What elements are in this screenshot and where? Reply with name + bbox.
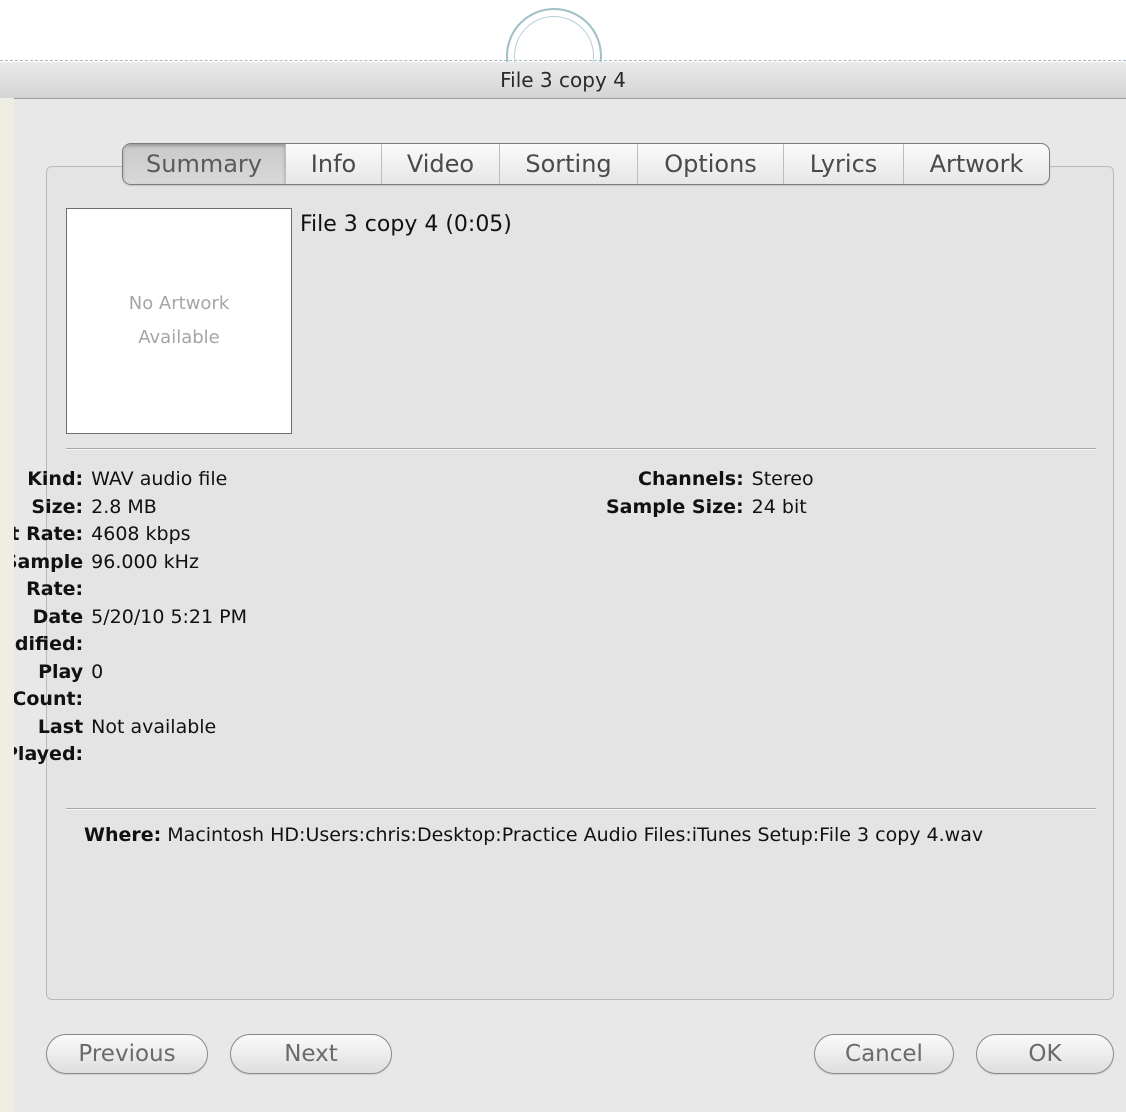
no-artwork-label: No Artwork Available — [128, 293, 230, 348]
tab-artwork[interactable]: Artwork — [903, 144, 1049, 184]
ok-button[interactable]: OK — [976, 1034, 1114, 1074]
sample-rate-value: 96.000 kHz — [91, 550, 199, 573]
channels-label: Channels: — [638, 468, 744, 490]
tab-summary[interactable]: Summary — [123, 144, 285, 184]
tab-video[interactable]: Video — [381, 144, 499, 184]
channels-value: Stereo — [751, 468, 814, 490]
last-played-value: Not available — [91, 715, 217, 738]
file-info-right: Channels: Stereo Sample Size: 24 bit — [606, 466, 814, 521]
where-label: Where: — [84, 824, 162, 846]
next-button[interactable]: Next — [230, 1034, 392, 1074]
tab-bar: Summary Info Video Sorting Options Lyric… — [122, 143, 1050, 185]
file-info-left: Kind: WAV audio file Size: 2.8 MB Bit Ra… — [0, 466, 247, 769]
summary-divider-bottom — [66, 808, 1096, 810]
tab-sorting[interactable]: Sorting — [499, 144, 637, 184]
track-title: File 3 copy 4 (0:05) — [300, 212, 512, 237]
bit-rate-value: 4608 kbps — [91, 523, 191, 545]
where-value: Macintosh HD:Users:chris:Desktop:Practic… — [167, 824, 984, 846]
kind-value: WAV audio file — [91, 468, 228, 490]
left-edge-strip — [0, 98, 14, 1112]
sample-size-label: Sample Size: — [606, 495, 744, 518]
tab-info[interactable]: Info — [285, 144, 381, 184]
summary-divider-top — [66, 448, 1096, 450]
tab-lyrics[interactable]: Lyrics — [783, 144, 903, 184]
file-location: Where: Macintosh HD:Users:chris:Desktop:… — [84, 824, 983, 846]
sample-size-value: 24 bit — [751, 495, 807, 518]
window-title: File 3 copy 4 — [0, 62, 1126, 99]
artwork-well[interactable]: No Artwork Available — [66, 208, 292, 434]
tab-options[interactable]: Options — [637, 144, 783, 184]
date-modified-value: 5/20/10 5:21 PM — [91, 605, 247, 628]
previous-button[interactable]: Previous — [46, 1034, 208, 1074]
play-count-value: 0 — [91, 660, 104, 683]
size-value: 2.8 MB — [91, 495, 157, 518]
cancel-button[interactable]: Cancel — [814, 1034, 954, 1074]
